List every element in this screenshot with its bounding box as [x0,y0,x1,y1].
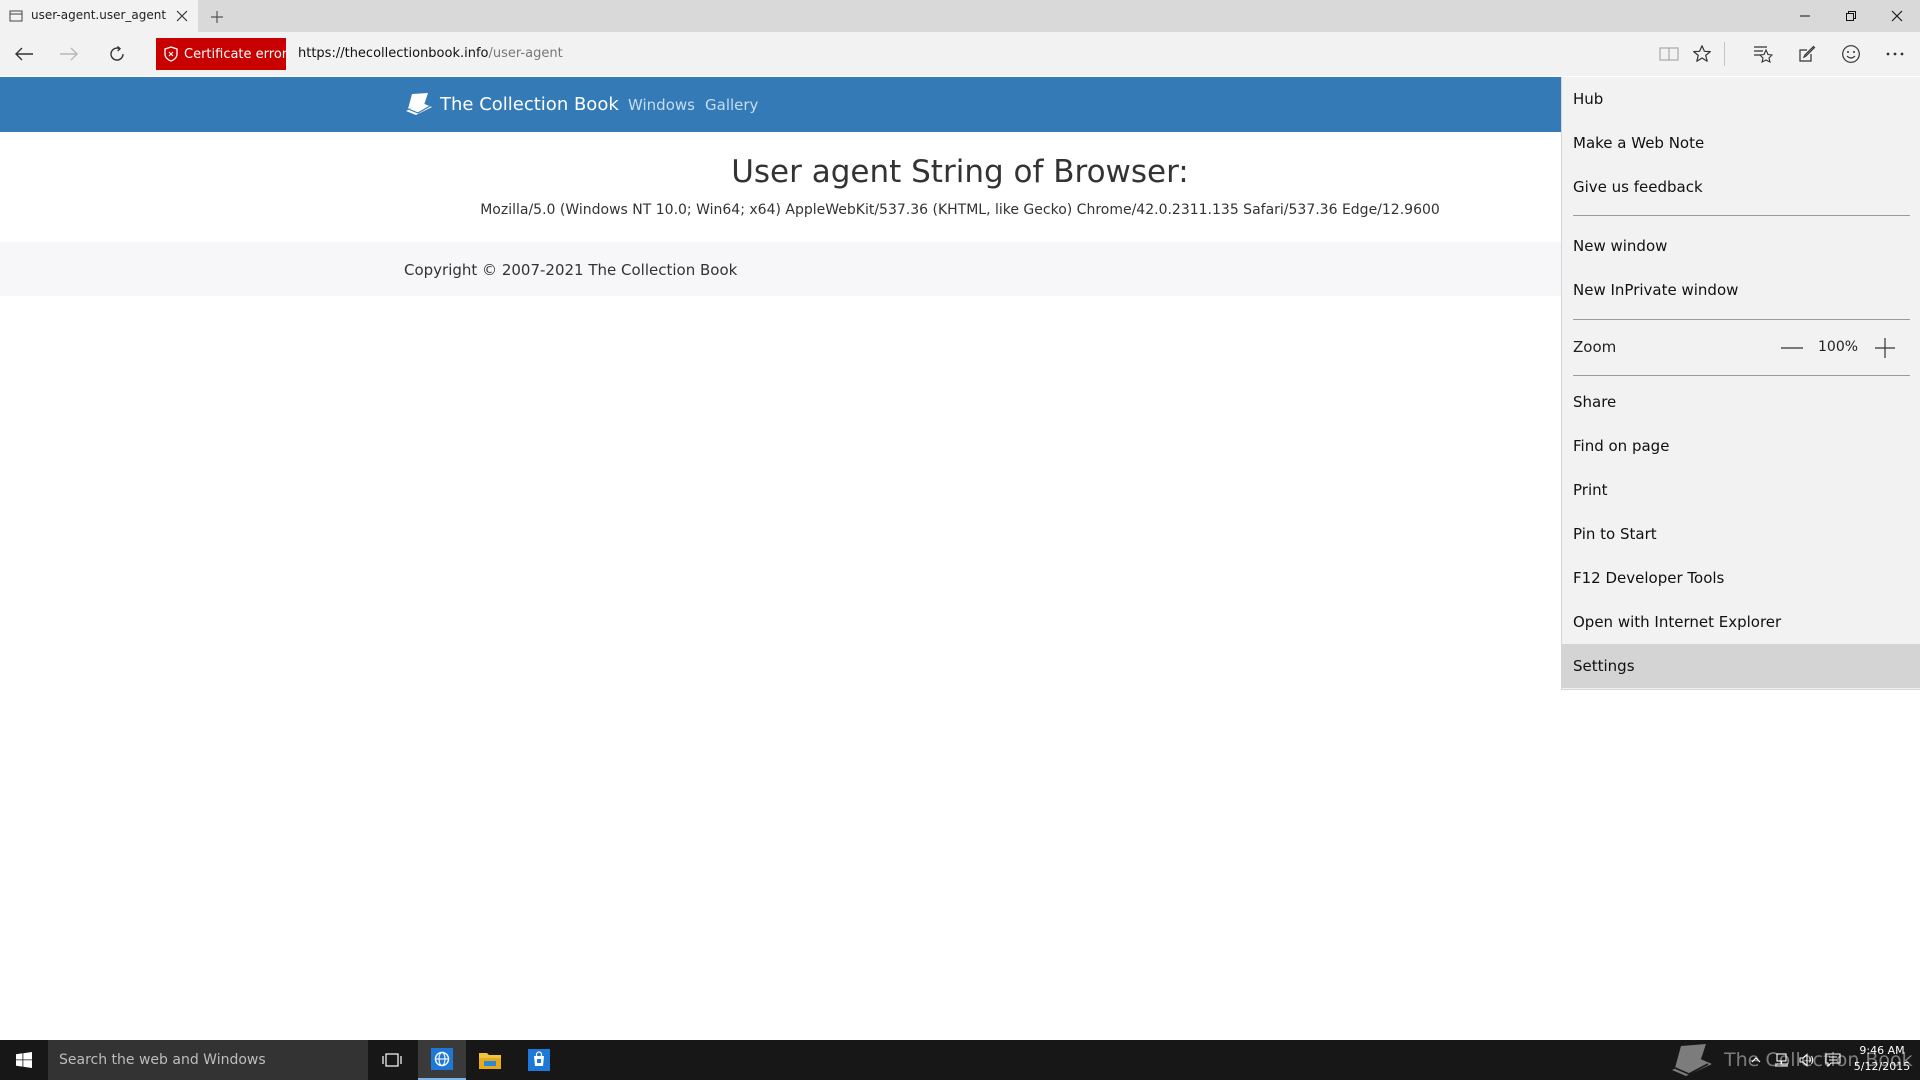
copyright-text: Copyright © 2007-2021 The Collection Boo… [404,261,738,279]
menu-item-settings[interactable]: Settings [1562,644,1920,688]
store-icon [528,1049,550,1071]
site-navbar: The Collection Book Windows Gallery [0,77,1562,132]
menu-divider [1573,319,1910,320]
windows-logo-icon [16,1052,32,1068]
tab-strip: user-agent.user_agent - The Collection B… [0,0,1920,32]
task-view-icon [382,1052,402,1068]
menu-item-open-with-internet-explorer[interactable]: Open with Internet Explorer [1562,600,1920,644]
taskbar-search-box[interactable]: Search the web and Windows [48,1040,368,1080]
menu-item-print[interactable]: Print [1562,468,1920,512]
taskbar: Search the web and Windows The Collectio… [0,1040,1920,1080]
web-note-button[interactable] [1795,42,1819,66]
clock-time: 9:46 AM [1859,1044,1905,1057]
menu-item-pin-to-start[interactable]: Pin to Start [1562,512,1920,556]
network-icon [1773,1053,1789,1067]
taskbar-file-explorer[interactable] [466,1040,514,1080]
menu-item-give-feedback[interactable]: Give us feedback [1562,165,1920,209]
zoom-out-button[interactable] [1780,337,1804,359]
page-icon [9,9,23,23]
restore-button[interactable] [1828,0,1874,32]
menu-item-new-window[interactable]: New window [1562,224,1920,268]
menu-item-f12-developer-tools[interactable]: F12 Developer Tools [1562,556,1920,600]
forward-arrow-icon [59,46,79,62]
clock-date: 5/12/2015 [1853,1060,1911,1073]
close-icon[interactable] [174,8,190,24]
plus-icon [210,10,224,24]
page-footer: Copyright © 2007-2021 The Collection Boo… [0,242,1562,296]
clock[interactable]: 9:46 AM 5/12/2015 [1852,1043,1912,1075]
refresh-icon [108,45,126,63]
zoom-in-button[interactable] [1873,337,1897,359]
more-actions-menu: Hub Make a Web Note Give us feedback New… [1561,77,1920,690]
menu-item-find-on-page[interactable]: Find on page [1562,424,1920,468]
url-host: https://thecollectionbook.info [298,46,489,61]
book-icon [1668,1042,1716,1078]
taskbar-edge-app[interactable] [418,1040,466,1080]
zoom-label: Zoom [1573,338,1617,356]
toolbar-divider [1724,42,1725,66]
refresh-button[interactable] [102,40,132,68]
ellipsis-icon [1885,51,1905,57]
reading-view-icon [1659,46,1679,62]
minimize-icon [1799,10,1811,22]
plus-icon [1875,338,1895,358]
favorite-button[interactable] [1690,42,1714,66]
forward-button[interactable] [54,40,84,68]
brand-name: The Collection Book [440,93,619,115]
hub-icon [1753,45,1773,63]
restore-icon [1845,10,1857,22]
menu-item-new-inprivate-window[interactable]: New InPrivate window [1562,268,1920,312]
minus-icon [1781,347,1803,349]
shield-icon [164,46,178,62]
back-arrow-icon [14,46,34,62]
address-bar: Certificate error https://thecollectionb… [0,32,1920,76]
new-tab-button[interactable] [206,6,228,28]
menu-divider [1573,375,1910,376]
chevron-up-icon [1751,1056,1761,1064]
menu-item-hub[interactable]: Hub [1562,77,1920,121]
taskbar-store-app[interactable] [515,1040,563,1080]
tray-overflow-button[interactable] [1746,1050,1766,1070]
folder-icon [478,1050,502,1070]
certificate-error-label: Certificate error [184,46,288,62]
star-icon [1692,44,1712,64]
task-view-button[interactable] [368,1040,416,1080]
close-window-button[interactable] [1874,0,1920,32]
smiley-icon [1841,44,1861,64]
zoom-row: Zoom 100% [1562,326,1920,370]
notification-icon [1825,1053,1841,1067]
zoom-value: 100% [1818,339,1859,355]
nav-link-windows[interactable]: Windows [628,96,695,114]
network-button[interactable] [1771,1050,1791,1070]
close-icon [1891,10,1903,22]
minimize-button[interactable] [1782,0,1828,32]
url-path: /user-agent [488,46,563,61]
menu-item-make-web-note[interactable]: Make a Web Note [1562,121,1920,165]
reading-view-button[interactable] [1657,42,1681,66]
certificate-error-button[interactable]: Certificate error [156,38,288,70]
tab-title: user-agent.user_agent - The Collection B… [31,8,167,22]
browser-tab[interactable]: user-agent.user_agent - The Collection B… [0,0,198,32]
edge-browser-icon [431,1048,453,1070]
book-icon [404,91,434,117]
site-brand[interactable]: The Collection Book [404,91,619,117]
web-note-icon [1798,45,1816,63]
hub-button[interactable] [1751,42,1775,66]
back-button[interactable] [9,40,39,68]
action-center-button[interactable] [1823,1050,1843,1070]
volume-button[interactable] [1797,1050,1817,1070]
url-field[interactable]: https://thecollectionbook.info/user-agen… [298,46,563,61]
more-actions-button[interactable] [1883,42,1907,66]
nav-link-gallery[interactable]: Gallery [705,96,758,114]
menu-item-share[interactable]: Share [1562,380,1920,424]
menu-divider [1573,215,1910,216]
speaker-icon [1799,1053,1815,1067]
start-button[interactable] [0,1040,48,1080]
feedback-button[interactable] [1839,42,1863,66]
